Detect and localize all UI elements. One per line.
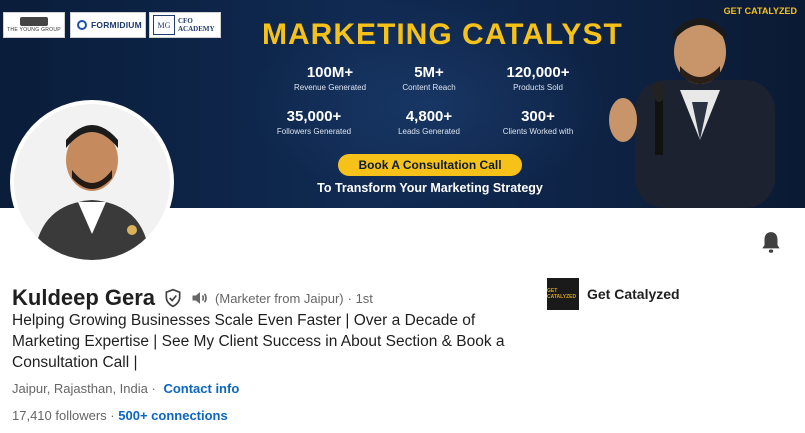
tyg-mark bbox=[20, 17, 48, 26]
profile-location: Jaipur, Rajasthan, India · bbox=[12, 381, 156, 396]
stat-label: Leads Generated bbox=[398, 127, 460, 136]
profile-name: Kuldeep Gera bbox=[12, 285, 156, 310]
contact-info-link[interactable]: Contact info bbox=[163, 381, 239, 396]
profile-avatar[interactable] bbox=[10, 100, 174, 264]
name-pronunciation: (Marketer from Jaipur) bbox=[215, 290, 344, 306]
profile-headline: Helping Growing Businesses Scale Even Fa… bbox=[12, 312, 505, 371]
audio-speaker-icon[interactable] bbox=[189, 288, 211, 308]
formidium-logo-text: FORMIDIUM bbox=[91, 20, 142, 30]
cfo-line1: CFO bbox=[178, 17, 193, 25]
followers-count: 17,410 followers bbox=[12, 408, 107, 423]
location-row: Jaipur, Rajasthan, India · Contact info bbox=[12, 381, 239, 396]
followers-row: 17,410 followers · 500+ connections bbox=[12, 408, 228, 423]
avatar-photo bbox=[14, 104, 170, 260]
bell-icon[interactable] bbox=[758, 230, 784, 256]
stat-label: Followers Generated bbox=[276, 127, 352, 136]
formidium-mark bbox=[77, 20, 87, 30]
banner-title: MARKETING CATALYST bbox=[262, 18, 623, 51]
logo-cfo-academy: MG CFO ACADEMY bbox=[149, 12, 221, 38]
logo-formidium: FORMIDIUM bbox=[70, 12, 146, 38]
cfo-mark: MG bbox=[153, 15, 175, 35]
stat-value: 4,800+ bbox=[405, 108, 453, 125]
stat-revenue: 100M+ Revenue Generated bbox=[275, 64, 385, 92]
book-consultation-button: Book A Consultation Call bbox=[338, 154, 522, 176]
stat-products-sold: 120,000+ Products Sold bbox=[483, 64, 593, 92]
company-name: Get Catalyzed bbox=[587, 286, 680, 302]
stat-clients-worked: 300+ Clients Worked with bbox=[483, 108, 593, 136]
stat-followers-generated: 35,000+ Followers Generated bbox=[259, 108, 369, 136]
stat-label: Revenue Generated bbox=[293, 83, 367, 92]
tyg-logo-text: THE YOUNG GROUP bbox=[7, 27, 61, 33]
current-company[interactable]: GET CATALYZED Get Catalyzed bbox=[547, 278, 680, 310]
stat-value: 300+ bbox=[521, 108, 555, 125]
stat-value: 5M+ bbox=[414, 64, 444, 81]
followers-separator: · bbox=[110, 408, 115, 423]
stat-value: 100M+ bbox=[306, 64, 354, 81]
connections-link[interactable]: 500+ connections bbox=[118, 408, 227, 423]
connection-degree: · 1st bbox=[347, 290, 373, 306]
cfo-line2: ACADEMY bbox=[178, 25, 215, 33]
stat-value: 35,000+ bbox=[286, 108, 342, 125]
company-logo-text: GET CATALYZED bbox=[547, 288, 577, 300]
cfo-logo-text: CFO ACADEMY bbox=[178, 17, 215, 33]
name-row: Kuldeep Gera (Marketer from Jaipur) · 1s… bbox=[12, 285, 373, 311]
logo-the-young-group: THE YOUNG GROUP bbox=[3, 12, 65, 38]
banner-subtitle: To Transform Your Marketing Strategy bbox=[317, 181, 543, 195]
verified-shield-icon[interactable] bbox=[163, 288, 183, 308]
stat-label: Clients Worked with bbox=[502, 127, 574, 136]
stat-label: Content Reach bbox=[402, 83, 456, 92]
stat-label: Products Sold bbox=[513, 83, 563, 92]
stat-leads-generated: 4,800+ Leads Generated bbox=[374, 108, 484, 136]
stat-value: 120,000+ bbox=[506, 64, 570, 81]
stat-content-reach: 5M+ Content Reach bbox=[374, 64, 484, 92]
speaker-photo bbox=[609, 18, 775, 208]
company-logo: GET CATALYZED bbox=[547, 278, 579, 310]
